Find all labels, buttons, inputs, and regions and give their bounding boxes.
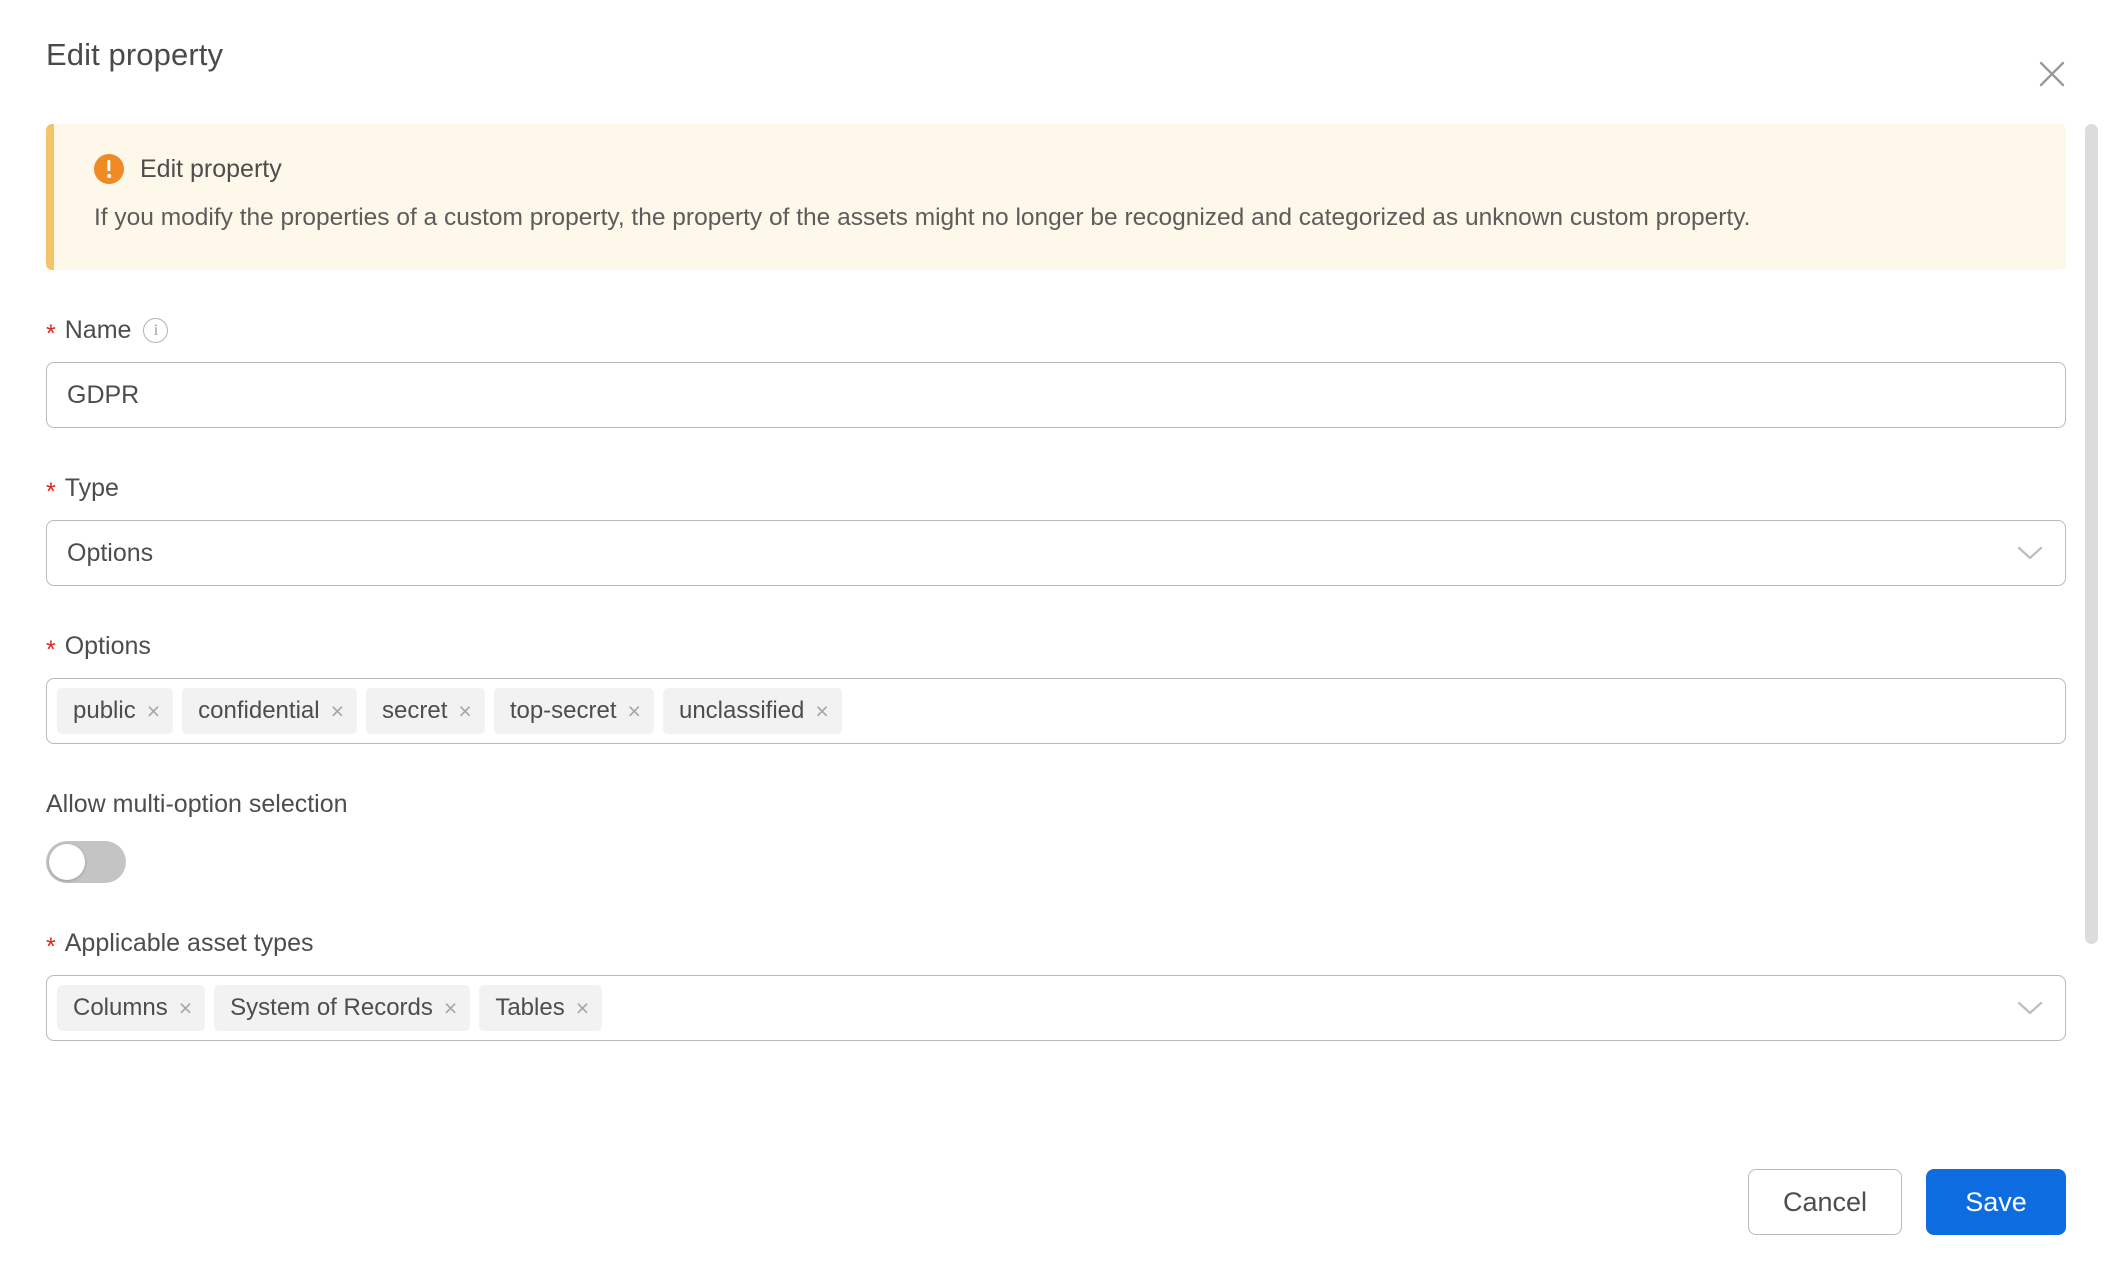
tag-label: Tables bbox=[495, 994, 565, 1022]
tag-label: public bbox=[73, 697, 136, 725]
tag-label: Columns bbox=[73, 994, 168, 1022]
dialog-scrollbar-track[interactable] bbox=[2085, 110, 2098, 1150]
tag-label: secret bbox=[382, 697, 448, 725]
warning-banner: Edit property If you modify the properti… bbox=[46, 124, 2066, 271]
field-options-label: * Options bbox=[46, 632, 2066, 665]
tag-chip: secret × bbox=[366, 688, 485, 735]
tag-remove-icon[interactable]: × bbox=[458, 699, 471, 723]
tag-chip: top-secret × bbox=[493, 688, 654, 735]
chevron-down-icon bbox=[2017, 545, 2043, 561]
warning-banner-title: Edit property bbox=[140, 154, 282, 183]
cancel-button[interactable]: Cancel bbox=[1747, 1169, 1902, 1235]
tag-chip: unclassified × bbox=[662, 688, 842, 735]
info-circle-icon[interactable]: i bbox=[143, 318, 169, 344]
tag-remove-icon[interactable]: × bbox=[179, 996, 192, 1020]
field-options: * Options public × confidential × secret × top… bbox=[46, 632, 2066, 745]
exclamation-circle-icon bbox=[94, 154, 124, 184]
tag-remove-icon[interactable]: × bbox=[815, 699, 828, 723]
field-name-label: * Name i bbox=[46, 316, 2066, 349]
field-multi-option: Allow multi-option selection bbox=[46, 790, 2066, 884]
tag-remove-icon[interactable]: × bbox=[147, 699, 160, 723]
tag-chip: Tables × bbox=[479, 985, 603, 1032]
field-type-label-text: Type bbox=[64, 474, 119, 503]
close-icon[interactable] bbox=[2020, 42, 2084, 106]
required-marker: * bbox=[46, 636, 56, 665]
field-asset-types-label-text: Applicable asset types bbox=[64, 929, 314, 958]
type-select-value: Options bbox=[67, 538, 154, 567]
tag-chip: Columns × bbox=[57, 985, 206, 1032]
dialog-header: Edit property bbox=[0, 0, 2112, 110]
dialog-scrollbar-thumb[interactable] bbox=[2085, 124, 2098, 944]
multi-option-label: Allow multi-option selection bbox=[46, 790, 348, 819]
required-marker: * bbox=[46, 320, 56, 349]
field-type-label: * Type bbox=[46, 474, 2066, 507]
tag-chip: System of Records × bbox=[214, 985, 471, 1032]
required-marker: * bbox=[46, 478, 56, 507]
tag-remove-icon[interactable]: × bbox=[576, 996, 589, 1020]
multi-option-toggle[interactable] bbox=[46, 841, 126, 884]
tag-chip: confidential × bbox=[182, 688, 358, 735]
options-tags-input[interactable]: public × confidential × secret × top-secret × un… bbox=[46, 678, 2066, 745]
edit-property-dialog: Edit property Edit property If you modif… bbox=[0, 0, 2112, 1280]
dialog-body: Edit property If you modify the properti… bbox=[0, 110, 2112, 1150]
save-button[interactable]: Save bbox=[1926, 1169, 2066, 1235]
tag-label: System of Records bbox=[230, 994, 433, 1022]
field-asset-types: * Applicable asset types Columns × System … bbox=[46, 929, 2066, 1042]
tag-remove-icon[interactable]: × bbox=[628, 699, 641, 723]
tag-label: top-secret bbox=[509, 697, 617, 725]
field-asset-types-label: * Applicable asset types bbox=[46, 929, 2066, 962]
dialog-title: Edit property bbox=[46, 37, 224, 72]
chevron-down-icon bbox=[2017, 1000, 2043, 1016]
tag-chip: public × bbox=[57, 688, 174, 735]
field-name: * Name i bbox=[46, 316, 2066, 429]
field-name-label-text: Name bbox=[64, 316, 132, 345]
tag-label: confidential bbox=[198, 697, 320, 725]
tag-remove-icon[interactable]: × bbox=[444, 996, 457, 1020]
required-marker: * bbox=[46, 933, 56, 962]
name-input[interactable] bbox=[46, 362, 2066, 429]
type-select[interactable]: Options bbox=[46, 520, 2066, 587]
dialog-footer: Cancel Save bbox=[0, 1150, 2112, 1280]
tag-remove-icon[interactable]: × bbox=[331, 699, 344, 723]
warning-banner-message: If you modify the properties of a custom… bbox=[94, 204, 1751, 231]
field-options-label-text: Options bbox=[64, 632, 151, 661]
toggle-knob bbox=[49, 844, 85, 881]
tag-label: unclassified bbox=[678, 697, 805, 725]
warning-banner-heading: Edit property bbox=[94, 154, 2026, 184]
field-type: * Type Options bbox=[46, 474, 2066, 587]
asset-types-select[interactable]: Columns × System of Records × Tables × bbox=[46, 975, 2066, 1042]
